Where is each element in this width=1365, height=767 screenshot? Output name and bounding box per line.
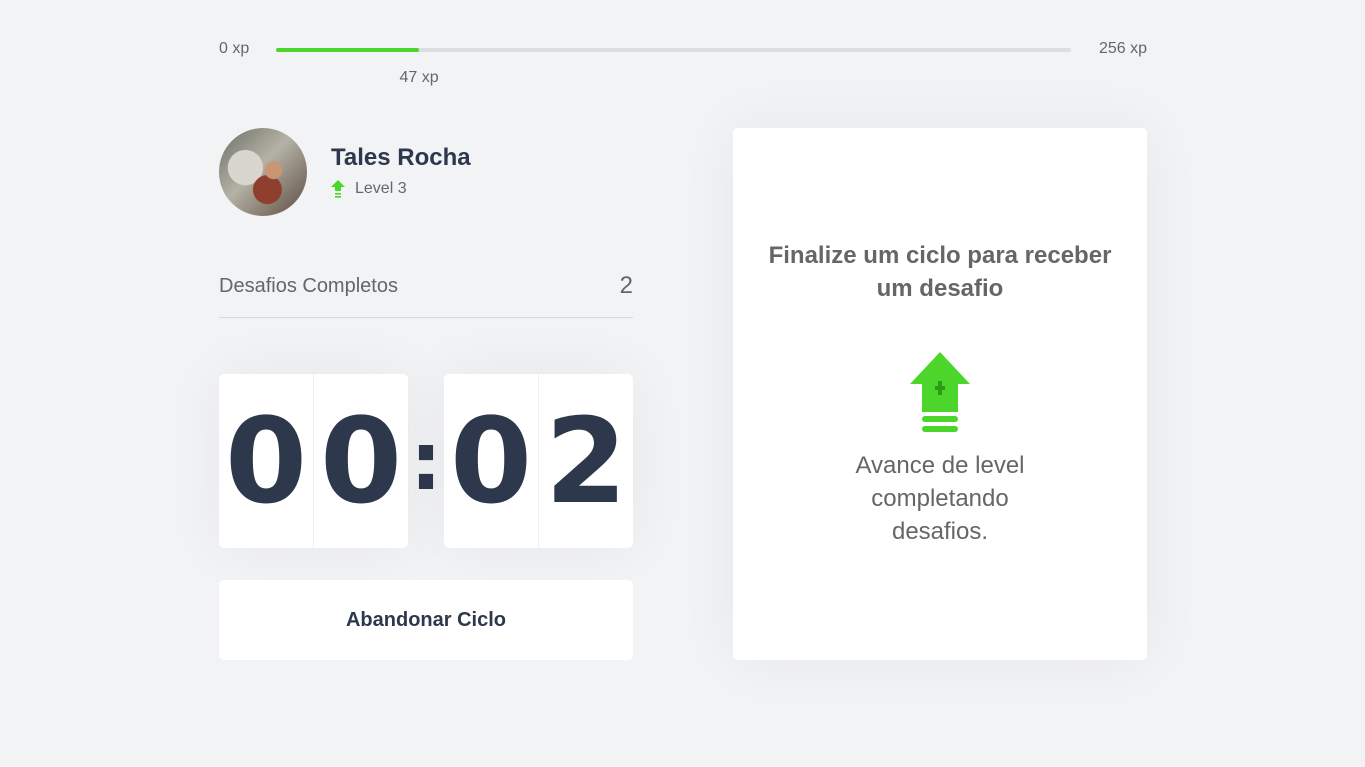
second-digit-tens: 0 <box>449 392 533 530</box>
countdown-separator: : <box>410 414 442 508</box>
xp-min-label: 0 xp <box>219 40 250 57</box>
countdown: 0 0 : 0 2 <box>219 374 633 548</box>
abandon-cycle-button[interactable]: Abandonar Ciclo <box>219 580 633 660</box>
completed-challenges-label: Desafios Completos <box>219 275 398 297</box>
app-container: 0 xp 47 xp 256 xp Tales Rocha Level 3 De… <box>219 0 1147 767</box>
challenge-box-title: Finalize um ciclo para receber um desafi… <box>768 242 1112 302</box>
xp-progress-fill <box>276 48 420 52</box>
level-up-arrow-icon <box>910 352 970 434</box>
challenge-box-message: Avance de level completando desafios. <box>855 452 1025 545</box>
xp-current-label: 47 xp <box>399 69 439 86</box>
experience-bar: 0 xp 47 xp 256 xp <box>219 38 1147 86</box>
countdown-minutes: 0 0 <box>219 374 408 548</box>
xp-max-label: 256 xp <box>1098 40 1147 57</box>
completed-challenges-count: 2 <box>619 272 633 299</box>
profile: Tales Rocha Level 3 <box>219 128 633 216</box>
level-row: Level 3 <box>331 180 407 198</box>
avatar <box>219 128 307 216</box>
countdown-seconds: 0 2 <box>444 374 633 548</box>
completed-challenges: Desafios Completos 2 <box>219 270 633 318</box>
challenge-box: Finalize um ciclo para receber um desafi… <box>733 128 1147 660</box>
level-label: Level 3 <box>355 180 407 197</box>
profile-name: Tales Rocha <box>331 144 471 171</box>
second-digit-ones: 2 <box>538 374 633 548</box>
level-up-icon <box>331 180 345 198</box>
xp-track: 47 xp <box>276 48 1071 86</box>
minute-digit-ones: 0 <box>313 374 408 548</box>
minute-digit-tens: 0 <box>224 392 308 530</box>
